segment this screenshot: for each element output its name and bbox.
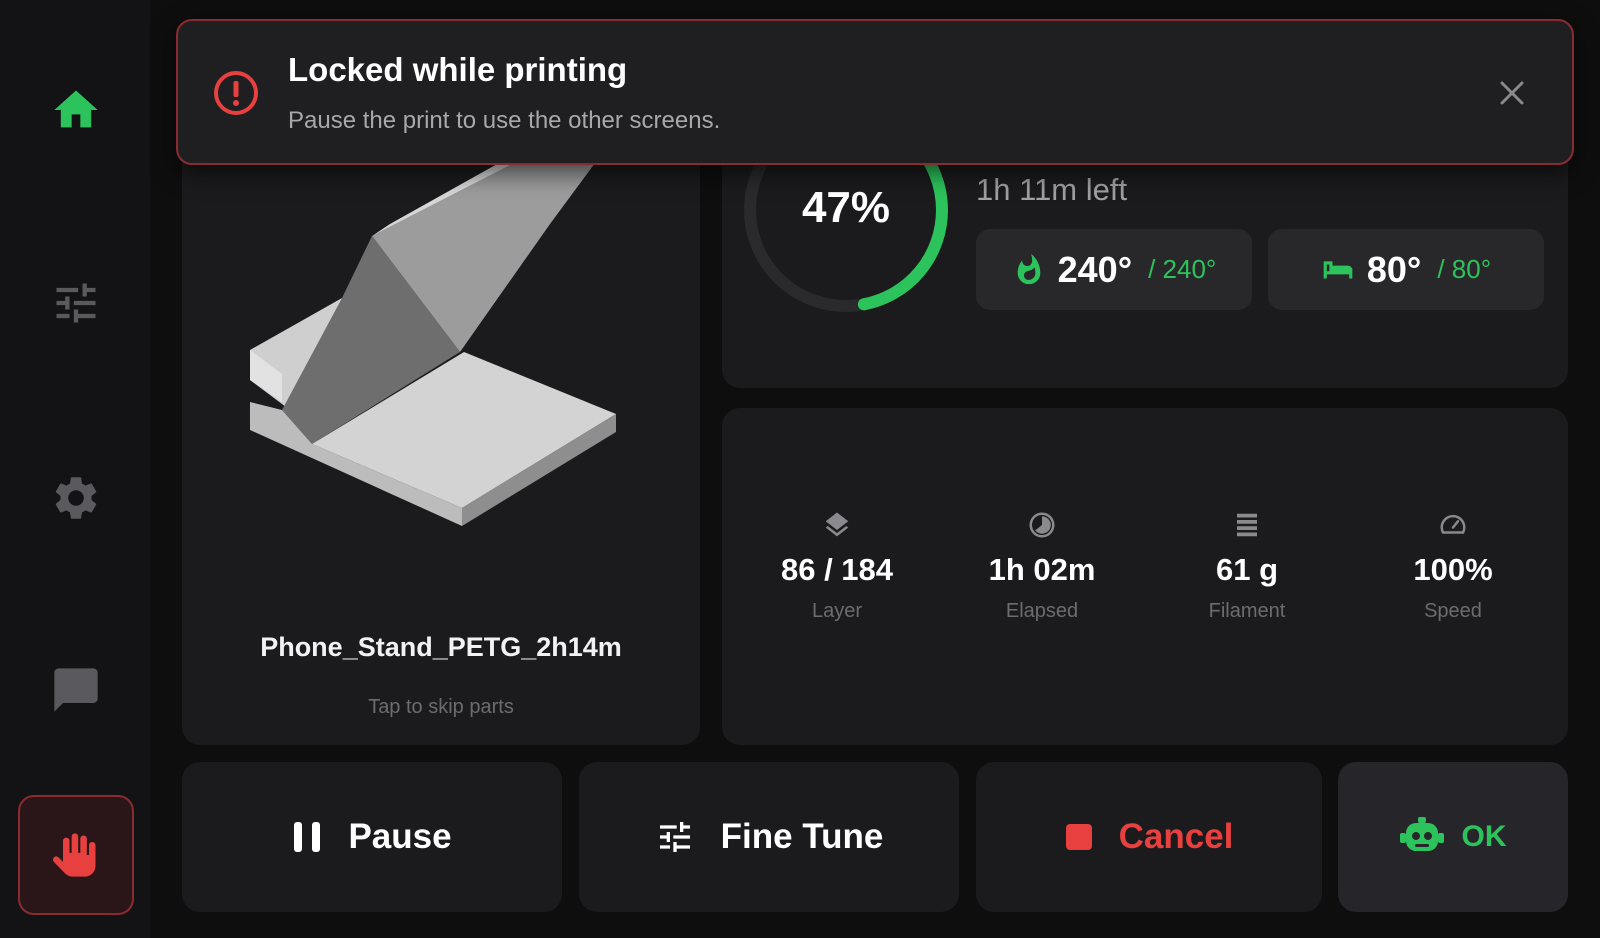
model-preview-card[interactable]: Phone_Stand_PETG_2h14m Tap to skip parts xyxy=(182,140,700,745)
ok-label: OK xyxy=(1461,820,1507,853)
pause-button[interactable]: Pause xyxy=(182,762,562,912)
sidebar xyxy=(0,0,150,938)
sidebar-item-settings[interactable] xyxy=(18,440,133,555)
hotend-target: / 240° xyxy=(1148,254,1217,284)
clock-icon xyxy=(1029,512,1055,538)
cancel-button[interactable]: Cancel xyxy=(976,762,1322,912)
stat-elapsed-label: Elapsed xyxy=(1005,600,1079,622)
fine-tune-button[interactable]: Fine Tune xyxy=(579,762,959,912)
stat-elapsed-value: 1h 02m xyxy=(988,552,1096,587)
pause-icon xyxy=(294,822,321,852)
time-left: 1h 11m left xyxy=(976,172,1128,207)
ok-button[interactable]: OK xyxy=(1338,762,1568,912)
flame-icon xyxy=(1017,253,1040,284)
stat-speed: 100% Speed xyxy=(1353,510,1553,623)
layers-icon xyxy=(825,512,849,537)
stat-filament-label: Filament xyxy=(1208,600,1286,622)
bed-target: / 80° xyxy=(1437,254,1492,284)
fine-tune-label: Fine Tune xyxy=(720,817,884,856)
emergency-stop-button[interactable] xyxy=(18,795,134,915)
close-icon[interactable] xyxy=(1496,77,1528,109)
skip-parts-hint: Tap to skip parts xyxy=(368,696,514,718)
bed-current: 80° xyxy=(1366,248,1422,290)
printer-dashboard: Phone_Stand_PETG_2h14m Tap to skip parts… xyxy=(0,0,1600,938)
sidebar-item-home[interactable] xyxy=(18,52,133,167)
toast-message: Pause the print to use the other screens… xyxy=(288,107,721,134)
gear-icon xyxy=(55,476,96,519)
bed-temp[interactable]: 80° / 80° xyxy=(1268,229,1544,310)
hotend-temp[interactable]: 240° / 240° xyxy=(976,229,1252,310)
filament-icon xyxy=(1237,513,1257,537)
speedometer-icon xyxy=(1440,514,1466,534)
stat-layer-value: 86 / 184 xyxy=(780,552,894,587)
model-preview-image xyxy=(250,140,616,526)
chat-icon xyxy=(53,667,98,712)
sidebar-item-console[interactable] xyxy=(18,632,133,747)
sidebar-item-tune[interactable] xyxy=(18,245,133,360)
robot-icon xyxy=(1399,817,1444,851)
toast-title: Locked while printing xyxy=(288,51,628,88)
stat-layer-label: Layer xyxy=(811,600,863,622)
stat-elapsed: 1h 02m Elapsed xyxy=(942,510,1142,623)
stat-speed-value: 100% xyxy=(1413,552,1493,587)
locked-toast: Locked while printing Pause the print to… xyxy=(176,19,1574,165)
hotend-current: 240° xyxy=(1057,248,1133,290)
pause-label: Pause xyxy=(348,817,452,856)
sliders-icon xyxy=(659,822,690,852)
sliders-icon xyxy=(56,283,95,322)
hand-stop-icon xyxy=(52,833,96,877)
stop-icon xyxy=(1065,824,1092,850)
cancel-label: Cancel xyxy=(1118,817,1234,856)
file-name: Phone_Stand_PETG_2h14m xyxy=(260,632,622,662)
stat-filament-value: 61 g xyxy=(1215,552,1279,587)
alert-circle-icon xyxy=(214,71,258,115)
stat-layer: 86 / 184 Layer xyxy=(737,510,937,623)
stat-speed-label: Speed xyxy=(1424,600,1482,622)
stat-filament: 61 g Filament xyxy=(1147,510,1347,623)
home-icon xyxy=(53,90,98,127)
bed-icon xyxy=(1323,260,1353,278)
progress-percent: 47% xyxy=(801,183,891,232)
